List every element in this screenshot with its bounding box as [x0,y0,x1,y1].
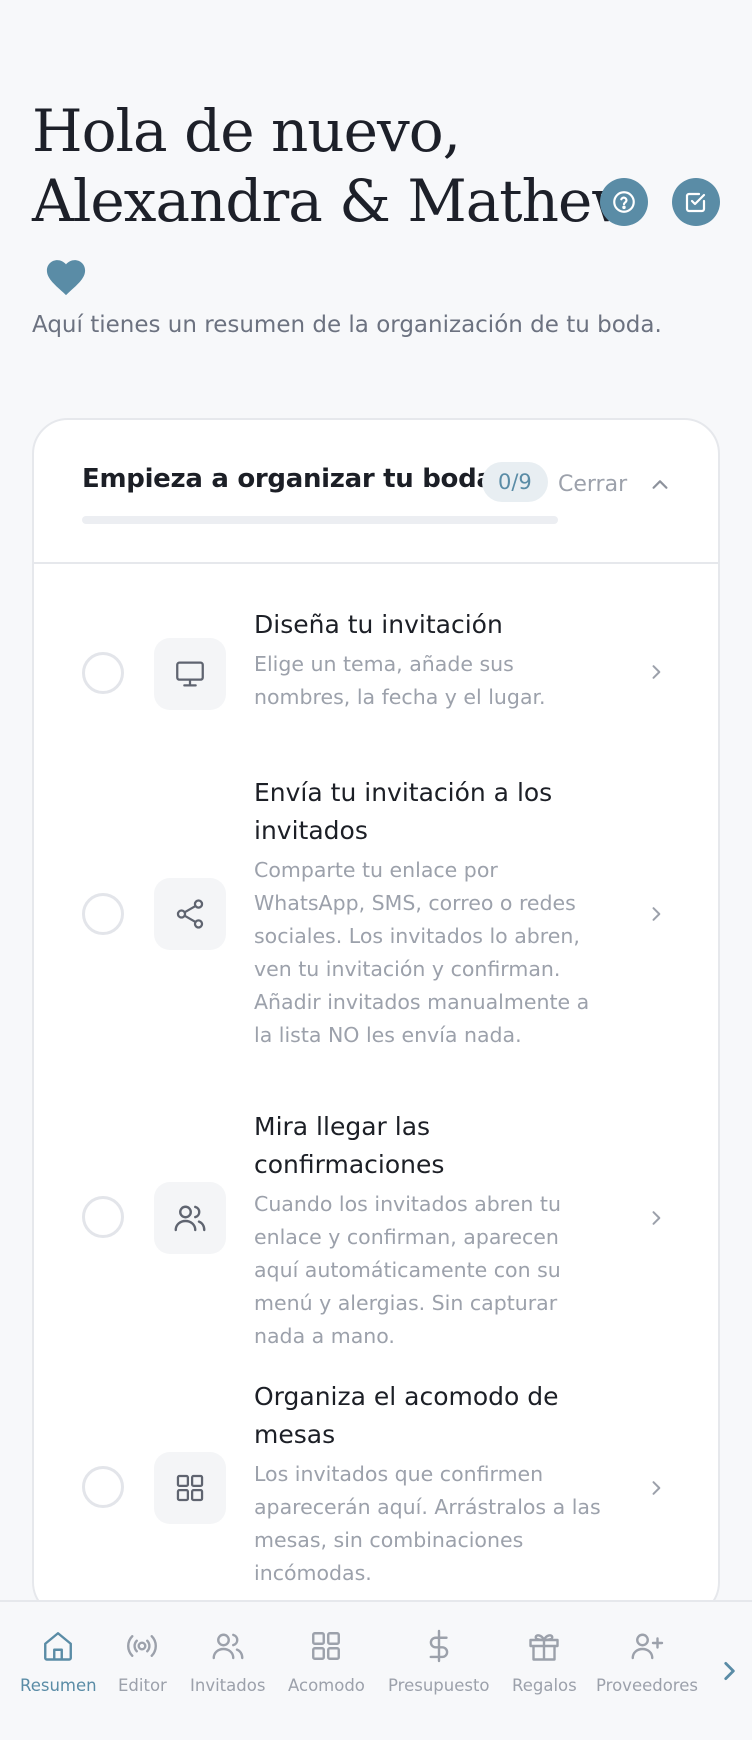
help-icon [613,191,635,213]
gift-icon [529,1634,560,1661]
task-icon-box [154,1182,226,1254]
nav-label: Proveedores [596,1676,698,1695]
nav-label: Regalos [512,1676,577,1695]
task-title: Envía tu invitación a los invitados [254,778,553,845]
nav-label: Resumen [20,1676,97,1695]
share-icon [176,899,204,929]
task-watch-rsvps[interactable]: Mira llegar las confirmaciones Cuando lo… [34,1112,718,1348]
task-icon-box [154,878,226,950]
nav-label: Presupuesto [388,1676,490,1695]
task-icon-box [154,638,226,710]
nav-label: Acomodo [288,1676,365,1695]
bottom-nav: Resumen Editor Invitados Acomodo Presupu… [0,1600,752,1740]
home-icon [44,1632,73,1661]
nav-item-proveedores[interactable]: Proveedores [596,1628,698,1695]
task-title: Diseña tu invitación [254,610,503,639]
checklist-title: Empieza a organizar tu boda [82,464,494,494]
task-icon-box [154,1452,226,1524]
progress-count-badge: 0/9 [482,462,548,502]
page-title-line-1: Hola de nuevo, [32,97,461,165]
nav-item-regalos[interactable]: Regalos [512,1628,577,1695]
checklist-button[interactable] [672,178,720,226]
broadcast-icon [127,1635,158,1657]
task-design-invitation[interactable]: Diseña tu invitación Elige un tema, añad… [34,598,718,748]
checklist-header: Empieza a organizar tu boda 0/9 Cerrar [34,420,718,564]
nav-label: Invitados [190,1676,266,1695]
collapse-label: Cerrar [558,472,628,497]
task-description: Los invitados que confirmen aparecerán a… [254,1462,601,1585]
task-title: Organiza el acomodo de mesas [254,1382,559,1449]
nav-label: Editor [118,1676,167,1695]
nav-item-invitados[interactable]: Invitados [190,1628,265,1695]
chevron-right-icon[interactable] [716,1658,742,1684]
nav-item-presupuesto[interactable]: Presupuesto [388,1628,490,1695]
nav-item-resumen[interactable]: Resumen [20,1628,97,1695]
task-checkbox[interactable] [82,652,124,694]
task-checkbox[interactable] [82,1196,124,1238]
dollar-icon [429,1629,448,1663]
check-square-icon [685,192,706,213]
progress-bar [82,516,558,524]
task-description: Cuando los invitados abren tu enlace y c… [254,1192,561,1348]
help-button[interactable] [600,178,648,226]
chevron-up-icon [652,479,668,489]
nav-item-acomodo[interactable]: Acomodo [288,1628,365,1695]
onboarding-checklist-card: Empieza a organizar tu boda 0/9 Cerrar D… [32,418,720,1618]
task-checkbox[interactable] [82,893,124,935]
page-subtitle: Aquí tienes un resumen de la organizació… [32,312,662,338]
task-title: Mira llegar las confirmaciones [254,1112,445,1179]
chevron-right-icon [652,1481,661,1495]
grid-icon [312,1632,341,1660]
users-icon [174,1205,206,1232]
chevron-right-icon [652,665,661,679]
collapse-checklist-button[interactable]: Cerrar [558,472,671,497]
task-seating-plan[interactable]: Organiza el acomodo de mesas Los invitad… [34,1382,718,1614]
chevron-right-icon [652,1211,661,1225]
chevron-right-icon [652,907,661,921]
task-description: Elige un tema, añade sus nombres, la fec… [254,652,546,709]
task-checkbox[interactable] [82,1466,124,1508]
heart-icon [46,260,86,296]
task-description: Comparte tu enlace por WhatsApp, SMS, co… [254,858,590,1047]
grid-icon [176,1474,204,1502]
nav-item-editor[interactable]: Editor [118,1628,167,1695]
user-plus-icon [631,1633,664,1660]
monitor-icon [176,661,204,687]
header-actions [600,178,720,226]
task-send-invitation[interactable]: Envía tu invitación a los invitados Comp… [34,778,718,1078]
users-icon [212,1633,244,1660]
